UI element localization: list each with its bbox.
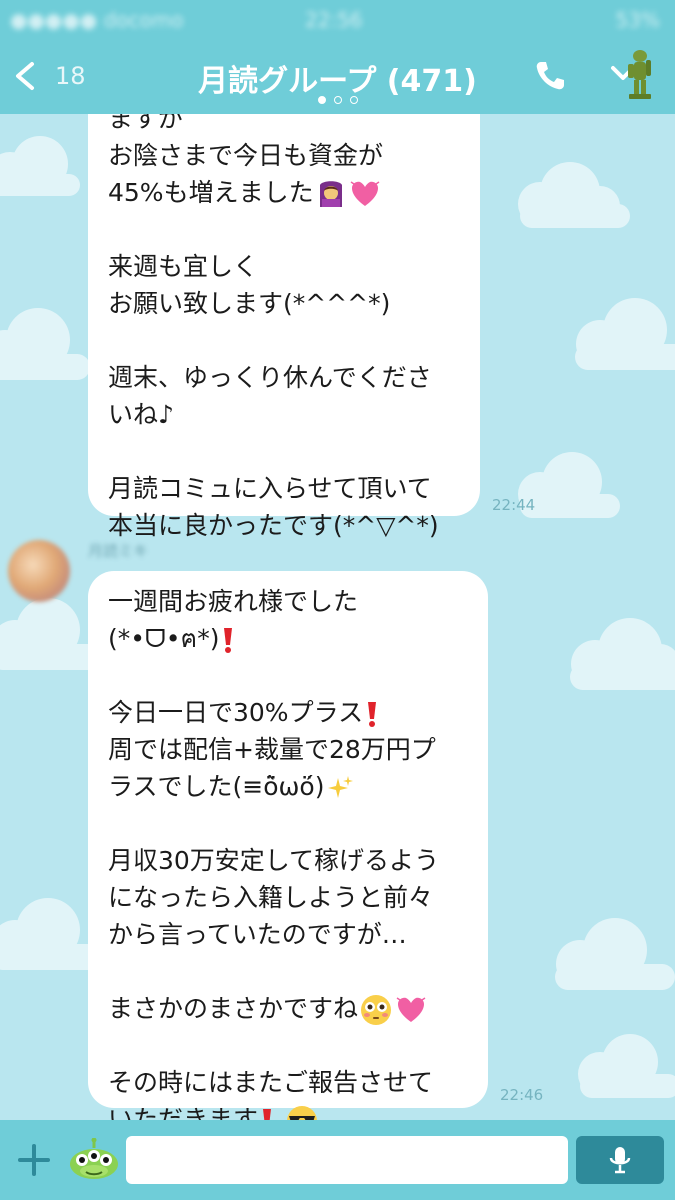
message-line: 来週も宜しく (108, 252, 259, 281)
message-bubble[interactable]: ますが お陰さまで今日も資金が 45%も増えました 来週も宜しく お願い致します… (88, 114, 480, 540)
chat-title[interactable]: 月読グループ (471) (0, 56, 675, 100)
army-man-icon[interactable] (624, 48, 656, 102)
composer-bar (0, 1120, 675, 1200)
message-time: 22:44 (492, 496, 536, 514)
message-line: お陰さまで今日も資金が (108, 141, 384, 170)
chat-area[interactable]: ますが お陰さまで今日も資金が 45%も増えました 来週も宜しく お願い致します… (0, 114, 675, 1120)
message-line: ますが (108, 114, 184, 133)
message-line: (*•ᗜ•ฅ*) (108, 624, 220, 653)
message-line: 月収30万安定して稼げるよう (108, 846, 440, 875)
message-line: ラスでした(≡ö̀ωö́) (108, 772, 325, 801)
page-dot (333, 96, 342, 104)
battery-label: 53% (615, 8, 660, 32)
pink-heart-emoji (396, 996, 426, 1024)
red-exclamation-emoji (365, 700, 379, 728)
message-line: いただきます (108, 1105, 259, 1120)
avatar[interactable] (8, 540, 70, 602)
person-gesturing-ok-emoji (316, 179, 346, 209)
status-bar: ●●●●● docomo 22:56 53% (0, 0, 675, 40)
message-line: 一週間お疲れ様でした (108, 587, 359, 616)
chat-header: 18 月読グループ (471) (0, 40, 675, 114)
message-line: その時にはまたご報告させて (108, 1068, 434, 1097)
message-input[interactable] (126, 1136, 568, 1184)
flushed-face-emoji (360, 994, 392, 1026)
message-line: 本当に良かったです(*^▽^*) (108, 511, 439, 540)
sunglasses-emoji (286, 1105, 318, 1120)
red-exclamation-emoji (221, 626, 235, 654)
pink-heart-emoji (350, 180, 380, 208)
message-line: お願い致します(*^^^*) (108, 289, 391, 318)
message-line: になったら入籍しようと前々 (108, 883, 434, 912)
page-indicator (0, 96, 675, 104)
message-bubble[interactable]: 一週間お疲れ様でした (*•ᗜ•ฅ*) 今日一日で30%プラス 周では配信+裁量… (88, 571, 488, 1120)
message-time: 22:46 (500, 1086, 544, 1104)
mic-button[interactable] (576, 1136, 664, 1184)
page-dot (349, 96, 358, 104)
carrier-label: ●●●●● docomo (10, 8, 184, 32)
message-line: まさかのまさかですね (108, 994, 359, 1023)
sender-name: 月読ミキ (88, 542, 149, 560)
microphone-icon (609, 1147, 631, 1174)
message-line: 週末、ゆっくり休んでくださ (108, 363, 432, 392)
message-line: 周では配信+裁量で28万円プ (108, 735, 436, 764)
red-exclamation-emoji (260, 1107, 274, 1120)
phone-icon[interactable] (532, 58, 568, 94)
sparkles-emoji (326, 774, 354, 802)
message-line: 今日一日で30%プラス (108, 698, 364, 727)
message-line: いね♪ (108, 400, 174, 429)
page-dot (317, 96, 326, 104)
clock: 22:56 (305, 8, 363, 32)
alien-sticker-icon[interactable] (68, 1138, 120, 1180)
message-line: 45%も増えました (108, 178, 314, 207)
plus-icon[interactable] (16, 1142, 52, 1178)
message-line: 月読コミュに入らせて頂いて (108, 474, 432, 503)
message-line: から言っていたのですが… (108, 920, 407, 949)
